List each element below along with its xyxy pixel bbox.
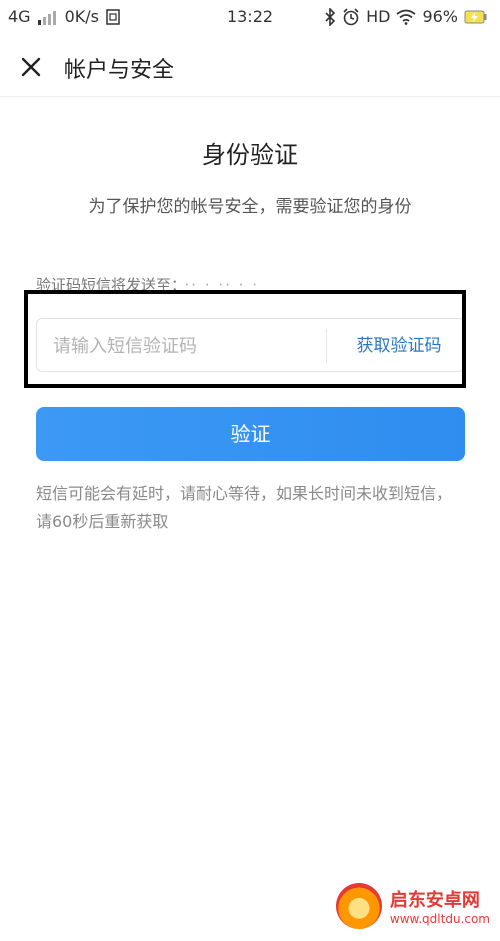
alarm-icon [342, 7, 360, 26]
watermark-url: www.qdltdu.com [389, 912, 490, 926]
watermark-text: 启东安卓网 www.qdltdu.com [390, 886, 490, 926]
wifi-icon [396, 9, 416, 25]
site-watermark: 启东安卓网 www.qdltdu.com [335, 883, 490, 929]
status-bar: 4G 0K/s 13:22 HD 96% [0, 0, 500, 36]
bluetooth-icon [324, 7, 336, 26]
verification-heading: 身份验证 [202, 141, 298, 169]
status-right: HD 96% [324, 7, 488, 26]
close-icon[interactable] [16, 52, 46, 82]
battery-charging-icon [464, 10, 488, 24]
watermark-logo-icon [335, 883, 382, 929]
page-title: 帐户与安全 [64, 58, 175, 83]
battery-percent: 96% [422, 7, 458, 26]
verification-subtitle: 为了保护您的帐号安全，需要验证您的身份 [88, 197, 412, 217]
sms-delay-hint: 短信可能会有延时，请耐心等待，如果长时间未收到短信，请60秒后重新获取 [36, 484, 453, 531]
watermark-title: 启东安卓网 [389, 890, 480, 911]
verify-button[interactable]: 验证 [36, 407, 465, 461]
highlight-annotation-box [24, 290, 466, 388]
hd-label: HD [366, 7, 391, 26]
app-header: 帐户与安全 [0, 36, 500, 97]
